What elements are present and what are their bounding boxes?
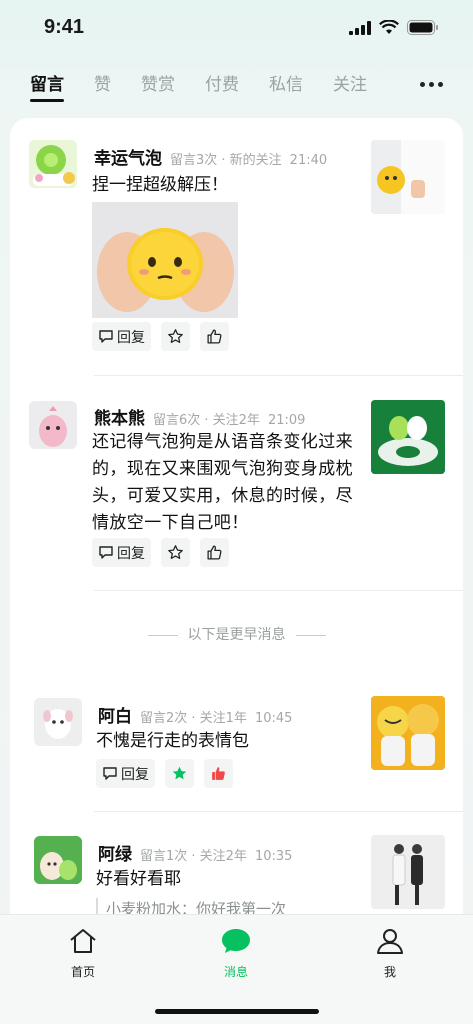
- reply-label: 回复: [117, 329, 145, 346]
- star-button[interactable]: [161, 538, 190, 567]
- green-dino-avatar-image: [34, 836, 82, 884]
- message-text: 还记得气泡狗是从语音条变化过来的，现在又来围观气泡狗变身成枕头，可爱又实用，休息…: [92, 432, 353, 533]
- status-time: 9:41: [44, 16, 85, 38]
- white-dog-avatar-image: [34, 698, 82, 746]
- divider: [94, 375, 463, 376]
- emoji-plush-thumbnail-image: [371, 696, 445, 770]
- user-meta: 留言2次 · 关注1年: [140, 711, 247, 726]
- user-meta: 留言3次 · 新的关注: [170, 153, 282, 168]
- username[interactable]: 阿白: [98, 702, 132, 727]
- tab-bar: 留言 赞 赞赏 付费 私信 关注: [30, 72, 453, 106]
- star-filled-icon: [172, 766, 187, 780]
- comment-icon: [103, 767, 117, 780]
- reply-button[interactable]: 回复: [96, 759, 155, 788]
- battery-icon: [407, 20, 438, 35]
- timestamp: 10:35: [254, 849, 293, 864]
- squeeze-toy-photo: [92, 202, 238, 318]
- post-thumbnail[interactable]: [371, 696, 445, 770]
- reply-button[interactable]: 回复: [92, 322, 151, 351]
- nav-me[interactable]: 我: [360, 927, 420, 980]
- message-text: 不愧是行走的表情包: [96, 731, 249, 751]
- earlier-messages-separator: 以下是更早消息: [10, 624, 463, 644]
- nav-me-label: 我: [383, 965, 396, 979]
- person-icon: [377, 929, 403, 954]
- thumbs-up-icon: [207, 545, 222, 560]
- comment-icon: [99, 546, 113, 559]
- tab-private-messages[interactable]: 私信: [269, 72, 303, 102]
- tab-appreciation[interactable]: 赞赏: [141, 72, 175, 102]
- bottom-navigation: 首页 消息 我: [0, 914, 473, 1024]
- more-icon[interactable]: [420, 82, 443, 87]
- plush-toy-thumbnail-image: [371, 140, 445, 214]
- avatar[interactable]: [29, 401, 77, 449]
- like-button-active[interactable]: [204, 759, 233, 788]
- reply-label: 回复: [121, 766, 149, 783]
- avatar[interactable]: [29, 140, 77, 188]
- reply-button[interactable]: 回复: [92, 538, 151, 567]
- message-text: 好看好看耶: [96, 869, 181, 889]
- comment-icon: [99, 330, 113, 343]
- wifi-icon: [379, 20, 399, 34]
- nav-messages-label: 消息: [223, 965, 248, 979]
- quoted-reply-preview[interactable]: 小麦粉加水：你好我第一次: [96, 898, 286, 914]
- avatar[interactable]: [34, 836, 82, 884]
- pink-plush-avatar-image: [29, 401, 77, 449]
- home-icon: [70, 929, 96, 953]
- attached-image[interactable]: [92, 202, 238, 318]
- tab-likes[interactable]: 赞: [94, 72, 111, 102]
- nav-messages[interactable]: 消息: [206, 927, 266, 980]
- tab-comments[interactable]: 留言: [30, 72, 64, 102]
- signal-icon: [349, 20, 371, 35]
- thumbs-up-filled-icon: [212, 767, 225, 780]
- green-bubble-avatar-image: [29, 140, 77, 188]
- home-indicator[interactable]: [154, 1009, 319, 1014]
- timestamp: 21:09: [267, 413, 306, 428]
- star-button-active[interactable]: [165, 759, 194, 788]
- star-button[interactable]: [161, 322, 190, 351]
- message-text: 捏一捏超级解压！: [92, 175, 228, 195]
- tab-follows[interactable]: 关注: [333, 72, 367, 102]
- star-icon: [168, 329, 183, 344]
- avatar[interactable]: [34, 698, 82, 746]
- post-thumbnail[interactable]: [371, 835, 445, 909]
- status-icons: [349, 20, 439, 35]
- user-meta: 留言1次 · 关注2年: [140, 849, 247, 864]
- nav-home-label: 首页: [70, 965, 95, 979]
- couple-photo-thumbnail-image: [371, 835, 445, 909]
- plush-pillow-thumbnail-image: [371, 400, 445, 474]
- nav-home[interactable]: 首页: [53, 927, 113, 980]
- chat-bubble-icon: [222, 929, 250, 953]
- divider: [94, 811, 463, 812]
- post-thumbnail[interactable]: [371, 400, 445, 474]
- post-thumbnail[interactable]: [371, 140, 445, 214]
- timestamp: 21:40: [289, 153, 328, 168]
- thumbs-up-icon: [207, 329, 222, 344]
- message-list: 幸运气泡 留言3次 · 新的关注 21:40 捏一捏超级解压！ 回复 熊本熊 留…: [10, 118, 463, 914]
- like-button[interactable]: [200, 538, 229, 567]
- username[interactable]: 阿绿: [98, 840, 132, 865]
- reply-label: 回复: [117, 545, 145, 562]
- status-bar: 9:41: [0, 0, 473, 60]
- like-button[interactable]: [200, 322, 229, 351]
- divider: [94, 590, 463, 591]
- timestamp: 10:45: [254, 711, 293, 726]
- username[interactable]: 熊本熊: [94, 404, 145, 429]
- separator-label: 以下是更早消息: [187, 627, 286, 643]
- star-icon: [168, 545, 183, 560]
- username[interactable]: 幸运气泡: [94, 144, 162, 169]
- tab-paid[interactable]: 付费: [205, 72, 239, 102]
- user-meta: 留言6次 · 关注2年: [153, 413, 260, 428]
